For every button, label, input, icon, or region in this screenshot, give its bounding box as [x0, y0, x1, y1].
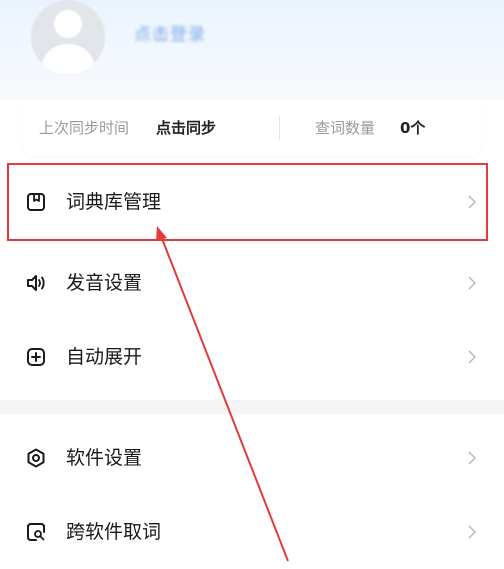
- lookup-count-value: 0个: [400, 119, 426, 137]
- book-bookmark-icon: [27, 193, 45, 211]
- settings-hexagon-icon: [27, 448, 45, 468]
- plus-square-icon: [27, 348, 45, 366]
- search-square-icon: [27, 523, 45, 541]
- chevron-right-icon: [468, 451, 476, 465]
- sync-now-button[interactable]: 点击同步: [156, 118, 216, 138]
- menu-label-pronunciation-settings: 发音设置: [66, 272, 143, 294]
- username-login-link[interactable]: 点击登录: [134, 22, 206, 48]
- sync-card-divider: [279, 116, 280, 140]
- chevron-right-icon: [468, 276, 476, 290]
- sync-card: 上次同步时间 点击同步 查词数量 0个: [23, 100, 481, 156]
- speaker-icon: [27, 275, 45, 291]
- menu-item-dictionary-management[interactable]: 词典库管理: [0, 165, 504, 239]
- menu-item-pronunciation-settings[interactable]: 发音设置: [0, 246, 504, 320]
- menu-item-software-settings[interactable]: 软件设置: [0, 421, 504, 495]
- last-sync-label: 上次同步时间: [39, 119, 130, 137]
- menu-item-cross-app-lookup[interactable]: 跨软件取词: [0, 495, 504, 569]
- section-divider: [0, 400, 504, 414]
- menu-item-auto-expand[interactable]: 自动展开: [0, 320, 504, 394]
- avatar[interactable]: [31, 0, 105, 74]
- menu-label-auto-expand: 自动展开: [66, 346, 143, 368]
- profile-header: 点击登录: [0, 0, 504, 100]
- chevron-right-icon: [468, 350, 476, 364]
- chevron-right-icon: [468, 195, 476, 209]
- user-silhouette-icon: [31, 0, 105, 74]
- menu-label-dictionary-management: 词典库管理: [66, 191, 162, 213]
- menu-label-software-settings: 软件设置: [66, 447, 143, 469]
- menu-label-cross-app-lookup: 跨软件取词: [66, 521, 162, 543]
- lookup-count-label: 查词数量: [315, 119, 376, 137]
- chevron-right-icon: [468, 525, 476, 539]
